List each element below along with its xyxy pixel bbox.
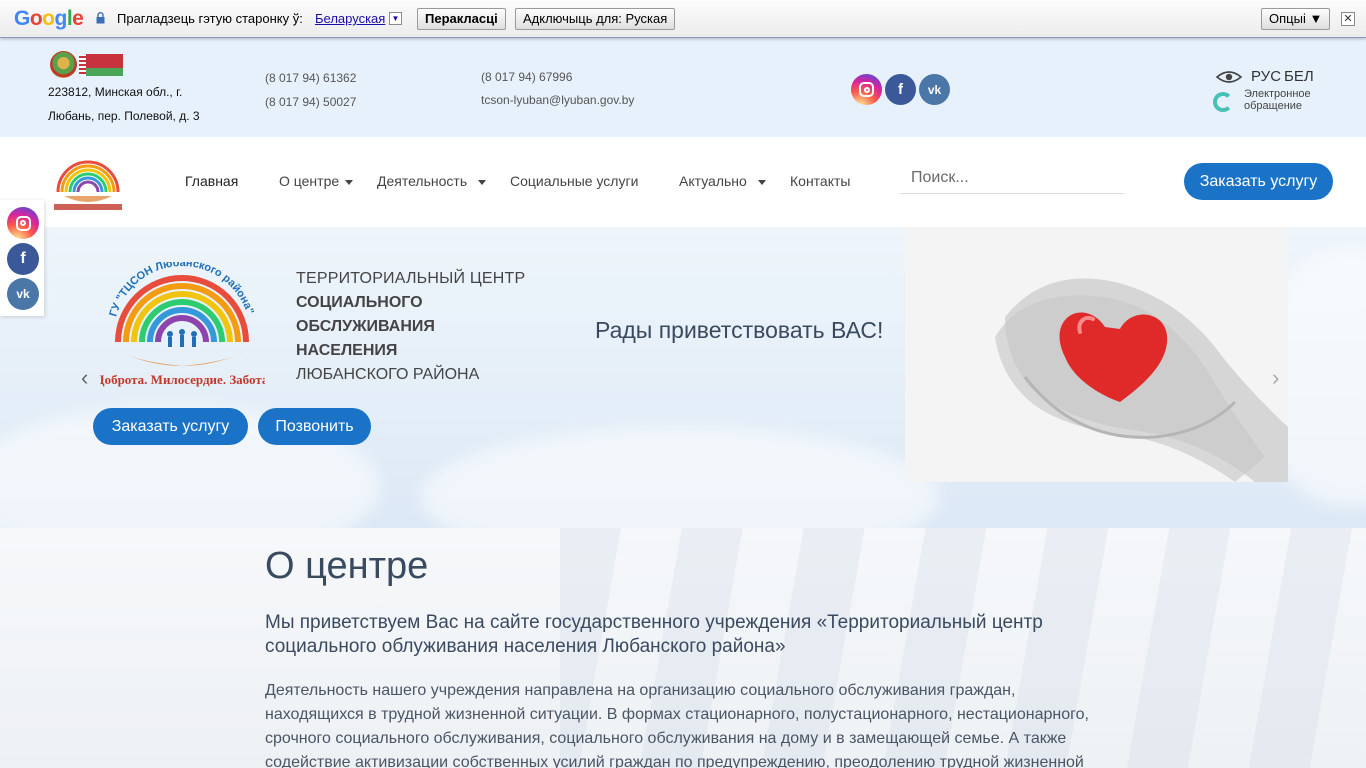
translate-bar: Google Прагладзець гэтую старонку ў: Бел… — [0, 0, 1366, 38]
center-logo: Доброта. Милосердие. Забота ГУ "ТЦСОН Лю… — [100, 262, 265, 387]
facebook-icon[interactable]: f — [7, 243, 39, 275]
nav-item-social-services[interactable]: Социальные услуги — [510, 173, 638, 189]
email-link[interactable]: tcson-lyuban@lyuban.gov.by — [481, 93, 634, 107]
lang-rus-link[interactable]: РУС — [1251, 68, 1281, 85]
hero-slider: Доброта. Милосердие. Забота ГУ "ТЦСОН Лю… — [0, 227, 1366, 528]
chevron-down-icon[interactable] — [478, 180, 486, 185]
about-title: О центре — [265, 545, 429, 587]
chevron-down-icon[interactable] — [758, 180, 766, 185]
about-subtitle: Мы приветствуем Вас на сайте государстве… — [265, 612, 1043, 657]
appeal-icon[interactable] — [1213, 92, 1233, 112]
nav-item-about[interactable]: О центре — [279, 173, 339, 189]
eye-icon[interactable] — [1216, 70, 1242, 84]
lock-icon — [96, 12, 105, 24]
hero-title-line-4: НАСЕЛЕНИЯ — [296, 342, 398, 359]
nav-item-contacts[interactable]: Контакты — [790, 173, 850, 189]
phone-2[interactable]: (8 017 94) 50027 — [265, 95, 356, 109]
about-section: О центре Мы приветствуем Вас на сайте го… — [0, 528, 1366, 768]
site-logo[interactable] — [50, 152, 126, 212]
nav-item-news[interactable]: Актуально — [679, 173, 747, 189]
translate-prompt: Прагладзець гэтую старонку ў: — [117, 11, 303, 26]
vk-icon[interactable]: vk — [7, 278, 39, 310]
hero-greeting: Рады приветствовать ВАС! — [595, 317, 884, 343]
phone-3[interactable]: (8 017 94) 67996 — [481, 70, 572, 84]
hands-heart-image — [905, 227, 1288, 482]
address-line-2: Любань, пер. Полевой, д. 3 — [48, 109, 200, 123]
belarus-flag-icon — [79, 54, 123, 76]
electronic-appeal-link[interactable]: Электронное обращение — [1244, 88, 1334, 112]
instagram-icon[interactable] — [7, 207, 39, 239]
vk-icon[interactable]: vk — [919, 74, 950, 105]
translate-options-button[interactable]: Опцыі ▼ — [1261, 8, 1331, 30]
close-icon[interactable]: ✕ — [1341, 12, 1355, 26]
translate-button[interactable]: Перакласці — [417, 8, 506, 30]
hero-order-button[interactable]: Заказать услугу — [93, 408, 248, 445]
main-nav: Главная О центре Деятельность Социальные… — [0, 137, 1366, 227]
nav-item-home[interactable]: Главная — [185, 173, 238, 189]
contact-band: 223812, Минская обл., г. Любань, пер. По… — [0, 38, 1366, 137]
hero-call-button[interactable]: Позвонить — [258, 408, 371, 445]
address-line-1: 223812, Минская обл., г. — [48, 85, 183, 99]
chevron-down-icon[interactable] — [345, 180, 353, 185]
google-logo: Google — [14, 7, 84, 30]
slider-next-icon[interactable]: › — [1272, 365, 1279, 391]
translate-language-link[interactable]: Беларуская — [315, 11, 385, 26]
facebook-icon[interactable]: f — [885, 74, 916, 105]
chevron-down-icon[interactable]: ▼ — [389, 12, 402, 25]
hero-title-line-1: ТЕРРИТОРИАЛЬНЫЙ ЦЕНТР — [296, 270, 526, 287]
search-input[interactable] — [900, 163, 1124, 194]
nav-item-activity[interactable]: Деятельность — [377, 173, 467, 189]
state-emblem-icon — [50, 51, 77, 78]
about-body: Деятельность нашего учреждения направлен… — [265, 682, 1089, 768]
hero-title-line-3: ОБСЛУЖИВАНИЯ — [296, 318, 435, 335]
slider-prev-icon[interactable]: ‹ — [81, 365, 88, 391]
instagram-icon[interactable] — [851, 74, 882, 105]
logo-caption: Доброта. Милосердие. Забота — [100, 372, 265, 387]
order-service-button[interactable]: Заказать услугу — [1184, 163, 1333, 200]
lang-bel-link[interactable]: БЕЛ — [1284, 68, 1314, 85]
side-social-panel: f vk — [0, 200, 44, 316]
phone-1[interactable]: (8 017 94) 61362 — [265, 71, 356, 85]
hero-title-line-2: СОЦИАЛЬНОГО — [296, 294, 423, 311]
disable-translate-button[interactable]: Адключыць для: Руская — [515, 8, 676, 30]
hero-title-line-5: ЛЮБАНСКОГО РАЙОНА — [296, 366, 480, 383]
